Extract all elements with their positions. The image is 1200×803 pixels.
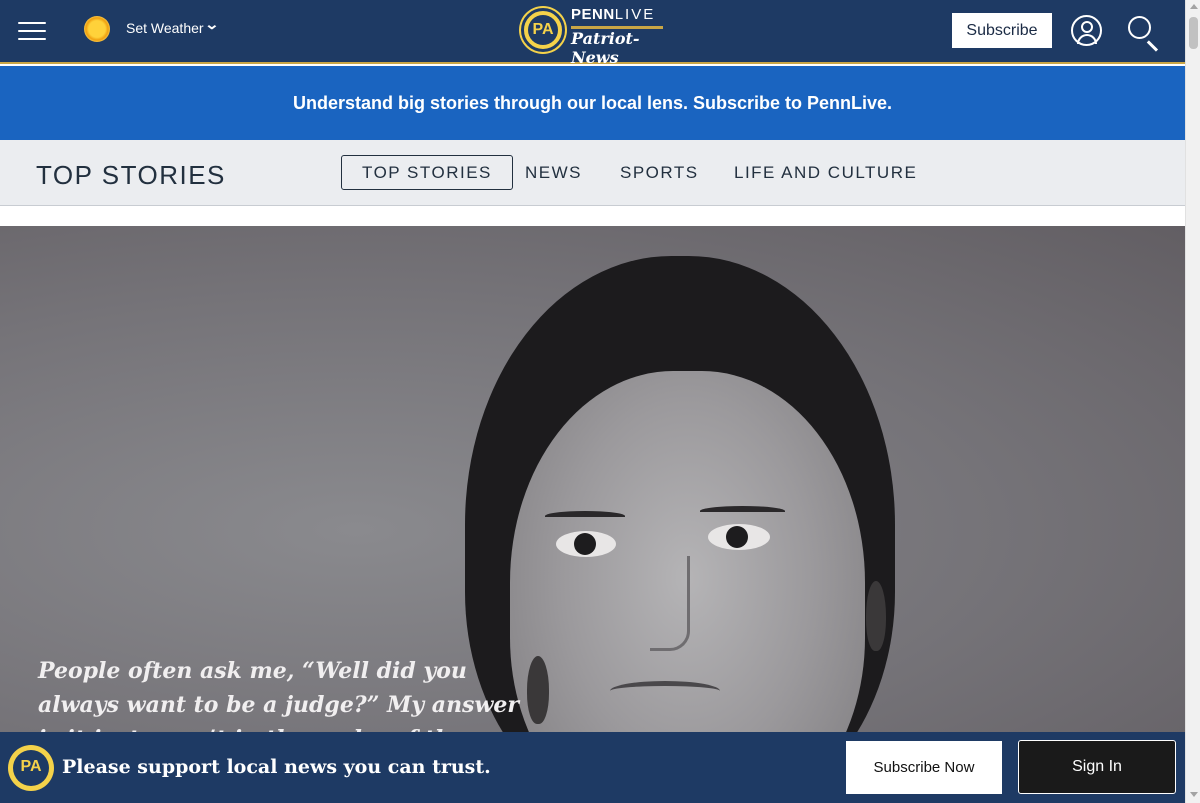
- logo-wordmark: PENNLIVE: [571, 6, 656, 23]
- earring-right: [866, 581, 886, 651]
- scroll-down-arrow-icon[interactable]: [1190, 792, 1198, 797]
- tab-top-stories[interactable]: TOP STORIES: [341, 155, 513, 190]
- chevron-down-icon[interactable]: ⌄: [204, 16, 219, 33]
- subscription-promo-banner[interactable]: Understand big stories through our local…: [0, 66, 1185, 140]
- page-title: TOP STORIES: [36, 160, 226, 190]
- site-header: Set Weather ⌄ PA PENNLIVE Patriot-News S…: [0, 0, 1185, 67]
- scroll-up-arrow-icon[interactable]: [1190, 4, 1198, 9]
- subscribe-now-button[interactable]: Subscribe Now: [846, 741, 1002, 794]
- pa-badge-logo: PA: [8, 745, 54, 791]
- search-icon[interactable]: [1128, 16, 1160, 52]
- promo-text[interactable]: Understand big stories through our local…: [293, 93, 892, 114]
- tab-life-and-culture[interactable]: LIFE AND CULTURE: [734, 155, 917, 190]
- hero-image[interactable]: People often ask me, “Well did you alway…: [0, 226, 1185, 732]
- sign-in-button[interactable]: Sign In: [1018, 740, 1176, 794]
- support-bar: PA Please support local news you can tru…: [0, 732, 1185, 803]
- subscribe-button[interactable]: Subscribe: [952, 13, 1052, 48]
- sun-icon[interactable]: [84, 16, 110, 42]
- tab-news[interactable]: NEWS: [525, 155, 582, 190]
- logo-patriot-news: Patriot-News: [571, 29, 640, 67]
- page-scrollbar[interactable]: [1185, 0, 1200, 803]
- pennlive-logo[interactable]: PA PENNLIVE Patriot-News: [521, 6, 666, 67]
- support-message: Please support local news you can trust.: [62, 756, 491, 778]
- hamburger-menu-icon[interactable]: [18, 22, 46, 42]
- user-icon[interactable]: [1071, 15, 1102, 46]
- tab-sports[interactable]: SPORTS: [620, 155, 699, 190]
- pa-badge-logo: PA: [521, 8, 565, 52]
- section-nav: TOP STORIES TOP STORIES NEWS SPORTS LIFE…: [0, 140, 1185, 206]
- set-weather-label[interactable]: Set Weather: [126, 20, 204, 36]
- hero-quote-text: People often ask me, “Well did you alway…: [38, 658, 519, 732]
- scroll-thumb[interactable]: [1189, 17, 1198, 49]
